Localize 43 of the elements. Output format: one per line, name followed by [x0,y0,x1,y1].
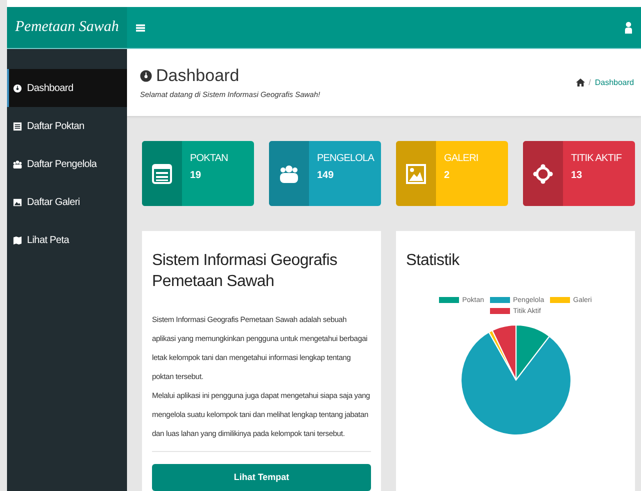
stat-value: 149 [317,170,334,181]
dashboard-icon [140,70,152,82]
sidebar-item[interactable]: Dashboard [7,69,127,107]
stat-value: 2 [444,170,450,181]
brand-logo[interactable]: Pemetaan Sawah [7,7,127,48]
users-icon [13,160,22,168]
sidebar-item[interactable]: Daftar Galeri [7,183,127,221]
list-icon [152,164,172,184]
view-places-button[interactable]: Lihat Tempat [152,464,371,491]
panel-title: Sistem Informasi Geografis Pemetaan Sawah [152,251,338,292]
breadcrumb-separator: / [588,78,591,87]
legend-swatch[interactable] [550,297,570,304]
pie-slice[interactable] [460,331,570,435]
dashboard-icon [13,84,22,92]
sidebar-item[interactable]: Daftar Poktan [7,107,127,145]
page-title: Dashboard [156,66,240,86]
users-icon [279,164,299,184]
pie-slice[interactable] [491,324,516,380]
stat-value: 19 [190,170,202,181]
breadcrumb-link[interactable]: Dashboard [594,78,634,87]
legend-swatch[interactable] [439,297,460,304]
map-icon [13,236,22,244]
crosshair-icon [533,164,553,184]
image-icon [13,198,22,206]
legend-swatch[interactable] [490,308,510,314]
stat-label: POKTAN [190,153,229,164]
stat-card[interactable]: TITIK AKTIF 13 [523,141,635,206]
list-icon [13,122,22,130]
pie-slice[interactable] [514,324,550,380]
panel-title: Statistik [406,251,460,271]
stat-value: 13 [571,170,582,181]
menu-icon[interactable] [136,22,145,32]
stat-card[interactable]: PENGELOLA 149 [269,141,381,206]
sidebar-item[interactable]: Lihat Peta [7,221,127,259]
home-icon[interactable] [576,78,585,87]
stat-label: GALERI [444,153,480,164]
legend-swatch[interactable] [490,297,510,304]
stat-label: PENGELOLA [317,153,376,164]
user-icon[interactable] [625,21,632,34]
stat-card[interactable]: POKTAN 19 [142,141,254,206]
image-icon [406,164,426,184]
stat-label: TITIK AKTIF [571,153,623,164]
sidebar-item[interactable]: Daftar Pengelola [7,145,127,183]
